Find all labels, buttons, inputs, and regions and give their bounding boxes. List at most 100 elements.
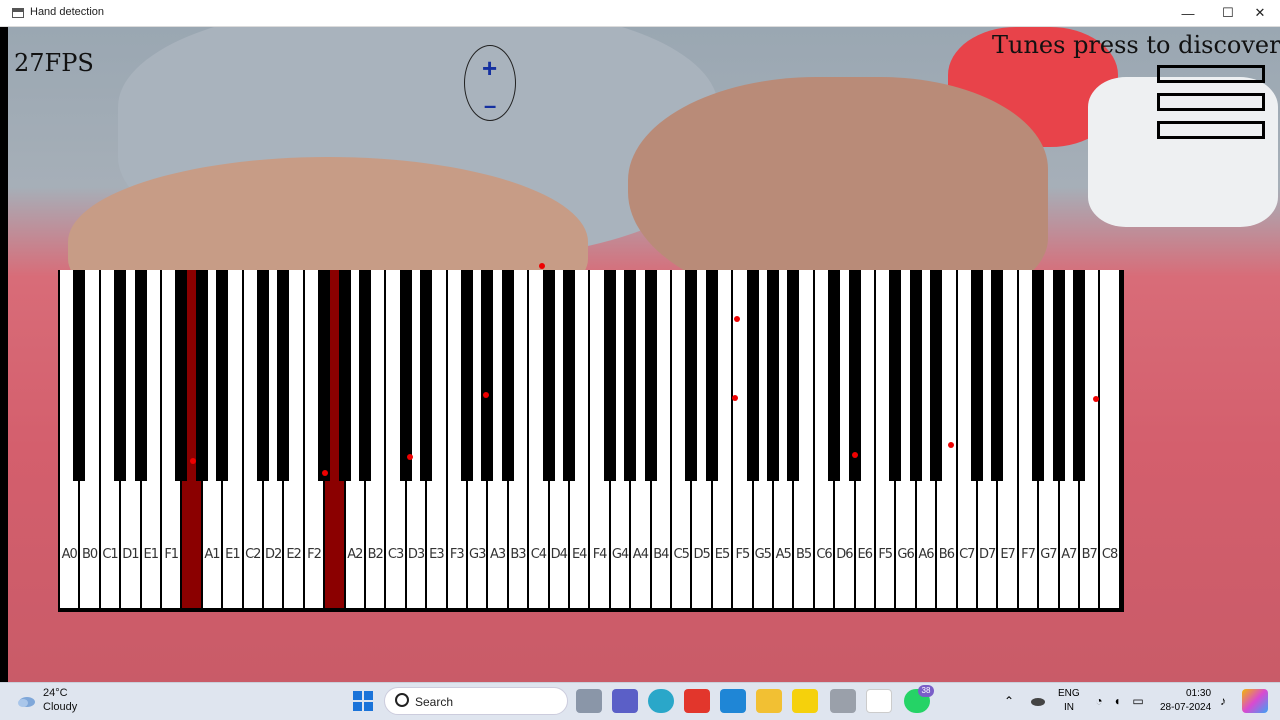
piano-key-label: A2	[347, 547, 363, 562]
piano-key-label: B2	[367, 547, 384, 562]
piano-key-label: E3	[429, 547, 445, 562]
piano-key-label: F3	[449, 547, 465, 562]
piano-key-label: D2	[265, 547, 282, 562]
notepad-icon[interactable]	[866, 689, 892, 713]
piano-black-key[interactable]	[991, 270, 1004, 481]
wifi-icon[interactable]: ◔	[1092, 689, 1106, 713]
piano-black-key[interactable]	[685, 270, 698, 481]
piano-black-key[interactable]	[828, 270, 841, 481]
piano-black-key[interactable]	[399, 270, 412, 481]
language-line2[interactable]: IN	[1064, 702, 1074, 713]
piano-black-key[interactable]	[318, 270, 331, 481]
teams-icon[interactable]	[612, 689, 638, 713]
piano-black-key[interactable]	[1052, 270, 1065, 481]
copilot-icon[interactable]	[1242, 689, 1268, 713]
onedrive-cloud-icon[interactable]	[1028, 689, 1046, 713]
battery-icon[interactable]: ▭	[1130, 689, 1146, 713]
chevron-up-icon[interactable]: ⌃	[1002, 689, 1016, 713]
edge-browser-icon[interactable]	[648, 689, 674, 713]
piano-key-label: E2	[286, 547, 302, 562]
sticky-notes-icon[interactable]	[792, 689, 818, 713]
piano-black-key[interactable]	[114, 270, 127, 481]
piano-black-key[interactable]	[787, 270, 800, 481]
snipping-tool-icon[interactable]	[830, 689, 856, 713]
piano-black-key[interactable]	[624, 270, 637, 481]
piano-key-label: F5	[735, 547, 751, 562]
language-line1[interactable]: ENG	[1058, 688, 1080, 699]
piano-key-label: D6	[836, 547, 853, 562]
piano-black-key[interactable]	[481, 270, 494, 481]
piano-black-key[interactable]	[175, 270, 188, 481]
speaker-icon[interactable]: ◖	[1110, 689, 1124, 713]
camera-view: 27FPS Tunes press to discover + – A0 B0 C1…	[8, 27, 1280, 682]
wps-office-icon[interactable]	[684, 689, 710, 713]
piano-black-key[interactable]	[909, 270, 922, 481]
piano-black-key[interactable]	[603, 270, 616, 481]
start-button[interactable]	[352, 689, 374, 713]
piano-black-key[interactable]	[461, 270, 473, 481]
close-button[interactable]: ✕	[1240, 0, 1280, 26]
volume-up-icon[interactable]: +	[482, 53, 497, 84]
piano-key-label: A3	[490, 547, 506, 562]
tune-slot-2[interactable]	[1157, 93, 1265, 111]
piano-keyboard[interactable]: A0 B0 C1 D1 E1 F1 A1 E1 C2 D2 E2 F2 A2 B2 C3 D3 E3 F3 G3 A3…	[58, 270, 1124, 612]
piano-key-label: A6	[918, 547, 934, 562]
app-window-icon	[12, 8, 24, 18]
piano-black-key[interactable]	[73, 270, 86, 481]
piano-key-label: B3	[510, 547, 526, 562]
piano-key-label: C6	[816, 547, 832, 562]
fingertip-marker	[322, 470, 328, 476]
piano-black-key[interactable]	[501, 270, 514, 481]
file-explorer-icon[interactable]	[756, 689, 782, 713]
piano-black-key[interactable]	[746, 270, 759, 481]
piano-black-key[interactable]	[542, 270, 555, 481]
clock-date[interactable]: 28-07-2024	[1160, 702, 1211, 713]
window-titlebar: Hand detection — ☐ ✕	[0, 0, 1280, 27]
tune-slot-3[interactable]	[1157, 121, 1265, 139]
piano-black-key[interactable]	[359, 270, 371, 481]
notification-bell-icon[interactable]: ♪	[1216, 689, 1230, 713]
piano-key-label: D5	[693, 547, 710, 562]
weather-temperature: 24°C	[43, 687, 68, 699]
piano-black-key[interactable]	[277, 270, 290, 481]
minimize-button[interactable]: —	[1168, 0, 1208, 26]
piano-black-key[interactable]	[971, 270, 983, 481]
piano-black-key[interactable]	[889, 270, 902, 481]
clock-time[interactable]: 01:30	[1186, 688, 1211, 699]
piano-black-key[interactable]	[930, 270, 943, 481]
piano-key-label: E1	[143, 547, 160, 562]
piano-black-key[interactable]	[644, 270, 657, 481]
piano-black-key[interactable]	[195, 270, 208, 481]
task-view-icon[interactable]	[576, 689, 602, 713]
piano-key-label: C3	[387, 547, 404, 562]
fingertip-marker	[483, 392, 489, 398]
piano-black-key[interactable]	[563, 270, 575, 481]
piano-key-label: C2	[245, 547, 261, 562]
piano-key-label: E4	[571, 547, 588, 562]
piano-key-label: B4	[653, 547, 669, 562]
piano-key-label: G7	[1040, 547, 1057, 562]
piano-key-label: C5	[673, 547, 690, 562]
piano-key-label: D7	[979, 547, 996, 562]
weather-cloud-icon[interactable]	[16, 689, 36, 713]
piano-black-key[interactable]	[1032, 270, 1045, 481]
piano-black-key[interactable]	[257, 270, 269, 481]
piano-black-key[interactable]	[848, 270, 861, 481]
tune-slot-1[interactable]	[1157, 65, 1265, 83]
taskbar-search-box[interactable]: Search	[384, 687, 568, 715]
piano-key-label: E1	[225, 547, 241, 562]
volume-down-icon[interactable]: –	[484, 93, 496, 119]
piano-key-label: F1	[164, 547, 179, 562]
piano-black-key[interactable]	[705, 270, 718, 481]
piano-black-key[interactable]	[767, 270, 779, 481]
vscode-icon[interactable]	[720, 689, 746, 713]
piano-black-key[interactable]	[134, 270, 147, 481]
piano-key-label: B0	[81, 547, 98, 562]
piano-key-label: D1	[122, 547, 139, 562]
piano-black-key[interactable]	[216, 270, 229, 481]
piano-black-key[interactable]	[1073, 270, 1085, 481]
fingertip-marker	[1093, 396, 1099, 402]
piano-black-key[interactable]	[338, 270, 351, 481]
piano-black-key[interactable]	[420, 270, 433, 481]
piano-white-key[interactable]: C8	[1100, 270, 1119, 608]
